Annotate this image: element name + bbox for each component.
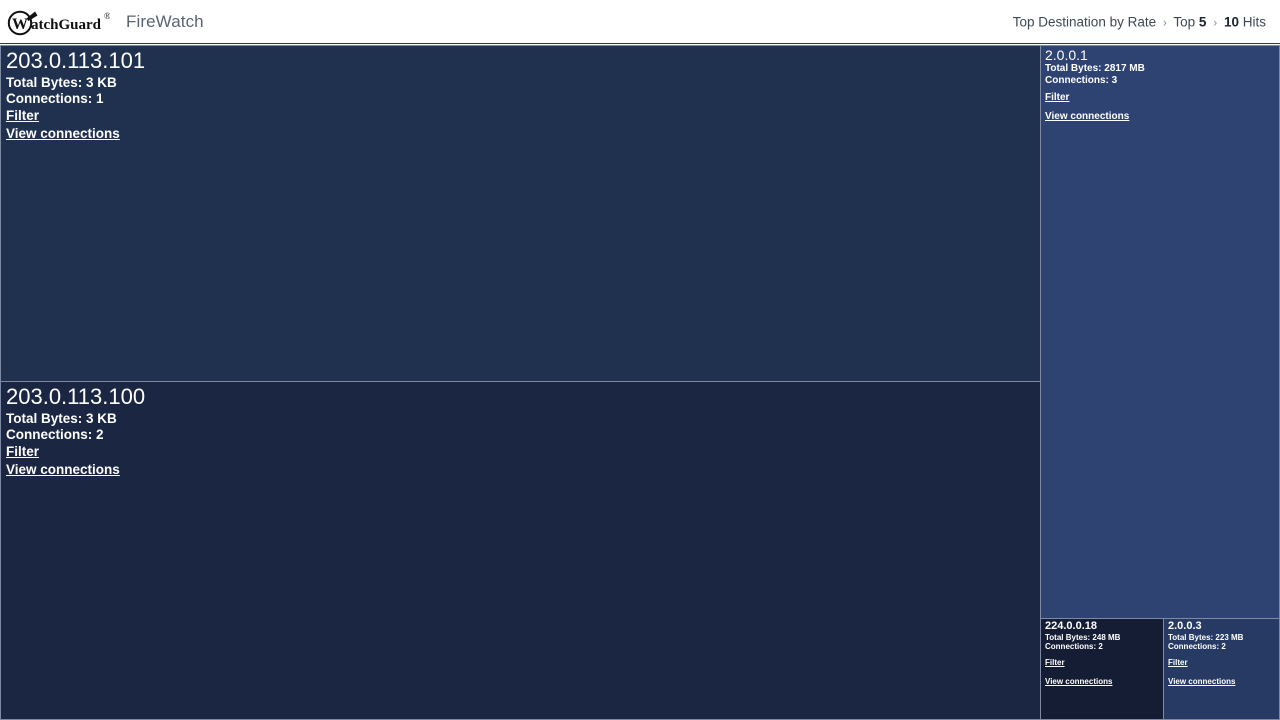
- tile-total-bytes: Total Bytes: 2817 MB: [1045, 63, 1145, 75]
- treemap-tile-2-0-0-1[interactable]: 2.0.0.1 Total Bytes: 2817 MB Connections…: [1040, 45, 1280, 619]
- breadcrumb-top-label: Top: [1173, 14, 1199, 29]
- watchguard-logo-icon[interactable]: W atchGuard ®: [6, 7, 110, 37]
- tile-title: 203.0.113.101: [6, 48, 146, 73]
- tile-title: 224.0.0.18: [1045, 620, 1097, 632]
- treemap-tile-203-0-113-100[interactable]: 203.0.113.100 Total Bytes: 3 KB Connecti…: [0, 381, 1041, 720]
- tile-filter-link[interactable]: Filter: [1045, 658, 1065, 667]
- breadcrumb-top-value[interactable]: 5: [1199, 14, 1207, 29]
- app-header: W atchGuard ® FireWatch Top Destination …: [0, 0, 1280, 44]
- tile-total-bytes: Total Bytes: 248 MB: [1045, 632, 1121, 642]
- treemap-chart: 203.0.113.101 Total Bytes: 3 KB Connecti…: [0, 45, 1280, 720]
- tile-body: 224.0.0.18 Total Bytes: 248 MB Connectio…: [1041, 619, 1163, 690]
- svg-text:W: W: [12, 16, 28, 33]
- treemap-tile-224-0-0-18[interactable]: 224.0.0.18 Total Bytes: 248 MB Connectio…: [1040, 618, 1164, 720]
- tile-filter-link[interactable]: Filter: [6, 444, 39, 460]
- svg-text:®: ®: [104, 11, 110, 21]
- tile-view-connections-link[interactable]: View connections: [1045, 677, 1112, 686]
- tile-view-connections-link[interactable]: View connections: [1168, 677, 1235, 686]
- tile-filter-link[interactable]: Filter: [1168, 658, 1188, 667]
- tile-connections: Connections: 2: [1168, 642, 1226, 652]
- tile-connections: Connections: 1: [6, 90, 104, 106]
- tile-title: 2.0.0.3: [1168, 620, 1202, 632]
- breadcrumb-hits-value[interactable]: 10: [1224, 14, 1239, 29]
- breadcrumb-separator-2-icon: ›: [1213, 15, 1218, 29]
- tile-filter-link[interactable]: Filter: [6, 108, 39, 124]
- tile-body: 2.0.0.3 Total Bytes: 223 MB Connections:…: [1164, 619, 1279, 690]
- tile-body: 203.0.113.101 Total Bytes: 3 KB Connecti…: [1, 46, 1040, 144]
- tile-connections: Connections: 2: [1045, 642, 1103, 652]
- breadcrumb-separator-icon: ›: [1162, 15, 1167, 29]
- tile-body: 2.0.0.1 Total Bytes: 2817 MB Connections…: [1041, 46, 1279, 124]
- tile-view-connections-link[interactable]: View connections: [1045, 111, 1129, 123]
- tile-connections: Connections: 2: [6, 426, 104, 442]
- svg-text:atchGuard: atchGuard: [31, 17, 102, 33]
- product-title: FireWatch: [126, 11, 204, 31]
- breadcrumb-hits-label: Hits: [1239, 14, 1266, 29]
- breadcrumb[interactable]: Top Destination by Rate › Top 5 › 10 Hit…: [1013, 14, 1266, 29]
- tile-total-bytes: Total Bytes: 3 KB: [6, 410, 117, 426]
- tile-total-bytes: Total Bytes: 3 KB: [6, 74, 117, 90]
- treemap-tile-2-0-0-3[interactable]: 2.0.0.3 Total Bytes: 223 MB Connections:…: [1163, 618, 1280, 720]
- tile-filter-link[interactable]: Filter: [1045, 92, 1069, 104]
- tile-title: 203.0.113.100: [6, 384, 146, 409]
- tile-view-connections-link[interactable]: View connections: [6, 462, 120, 478]
- tile-connections: Connections: 3: [1045, 74, 1118, 86]
- treemap-tile-203-0-113-101[interactable]: 203.0.113.101 Total Bytes: 3 KB Connecti…: [0, 45, 1041, 382]
- tile-body: 203.0.113.100 Total Bytes: 3 KB Connecti…: [1, 382, 1040, 480]
- tile-title: 2.0.0.1: [1045, 47, 1088, 63]
- tile-view-connections-link[interactable]: View connections: [6, 126, 120, 142]
- tile-total-bytes: Total Bytes: 223 MB: [1168, 632, 1244, 642]
- breadcrumb-item-metric[interactable]: Top Destination by Rate: [1013, 14, 1156, 29]
